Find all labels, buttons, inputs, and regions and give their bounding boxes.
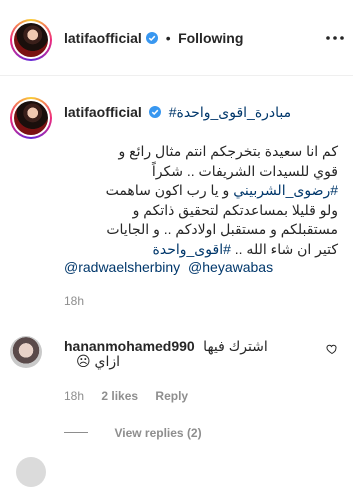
view-replies-row[interactable]: View replies (2)	[64, 424, 202, 442]
post-header: latifaofficial • Following	[0, 0, 353, 76]
caption-body: كم انا سعيدة بتخرجكم انتم مثال رائع و قو…	[64, 142, 338, 260]
caption-line: كتير ان شاء الله .. #اقوى_واحدة	[64, 240, 338, 260]
commenter-username[interactable]: hananmohamed990	[64, 338, 195, 354]
caption-hashtag-1[interactable]: #مبادرة_اقوى_واحدة	[169, 104, 291, 120]
comment-timestamp: 18h	[64, 389, 85, 403]
separator-dot: •	[165, 30, 171, 46]
caption-first-line: latifaofficial #مبادرة_اقوى_واحدة	[64, 104, 340, 122]
heart-icon[interactable]	[326, 343, 338, 355]
header-username[interactable]: latifaofficial	[64, 30, 142, 46]
caption-avatar[interactable]	[14, 101, 48, 135]
caption-line-text: كتير ان شاء الله ..	[230, 240, 338, 257]
caption-hashtag-2[interactable]: #رضوى_الشربيني	[233, 182, 338, 198]
caption-story-ring[interactable]	[10, 97, 52, 139]
reply-button[interactable]: Reply	[155, 389, 188, 403]
verified-badge-icon	[149, 106, 162, 118]
avatar[interactable]	[14, 23, 48, 57]
more-horizontal-icon[interactable]	[326, 25, 344, 46]
caption-line: كم انا سعيدة بتخرجكم انتم مثال رائع و	[118, 143, 339, 159]
mention-heyawabas[interactable]: @heyawabas	[188, 259, 273, 275]
caption-username[interactable]: latifaofficial	[64, 104, 142, 120]
replies-divider	[64, 432, 88, 434]
comment-text-1: اشترك فيها	[203, 338, 268, 354]
comment-likes[interactable]: 2 likes	[101, 389, 138, 403]
following-button[interactable]: Following	[178, 30, 243, 46]
comment-meta: 18h 2 likes Reply	[64, 389, 188, 403]
caption-line: #رضوى_الشربيني و يا رب اكون ساهمت	[64, 181, 338, 201]
next-commenter-avatar[interactable]	[16, 457, 46, 487]
mention-radwaelsherbiny[interactable]: @radwaelsherbiny	[64, 259, 180, 275]
caption-hashtag-3[interactable]: #اقوى_واحدة	[153, 241, 231, 257]
caption-mentions: @radwaelsherbiny @heyawabas	[64, 259, 273, 275]
caption-line: ولو قليلا بمساعدتكم لتحقيق ذاتكم و	[132, 201, 338, 218]
commenter-avatar[interactable]	[10, 336, 42, 368]
caption-line: مستقبلكم و مستقبل اولادكم .. و الجايات	[106, 221, 338, 238]
comment-text-2: ازاي ☹	[76, 353, 120, 369]
story-ring[interactable]	[10, 19, 52, 61]
view-replies-button[interactable]: View replies (2)	[114, 426, 201, 440]
verified-badge-icon	[146, 32, 159, 44]
caption-line-text: و يا رب اكون ساهمت	[105, 182, 234, 199]
caption-timestamp: 18h	[64, 294, 85, 308]
caption-line: قوي للسيدات الشريفات .. شكراً	[151, 162, 338, 179]
